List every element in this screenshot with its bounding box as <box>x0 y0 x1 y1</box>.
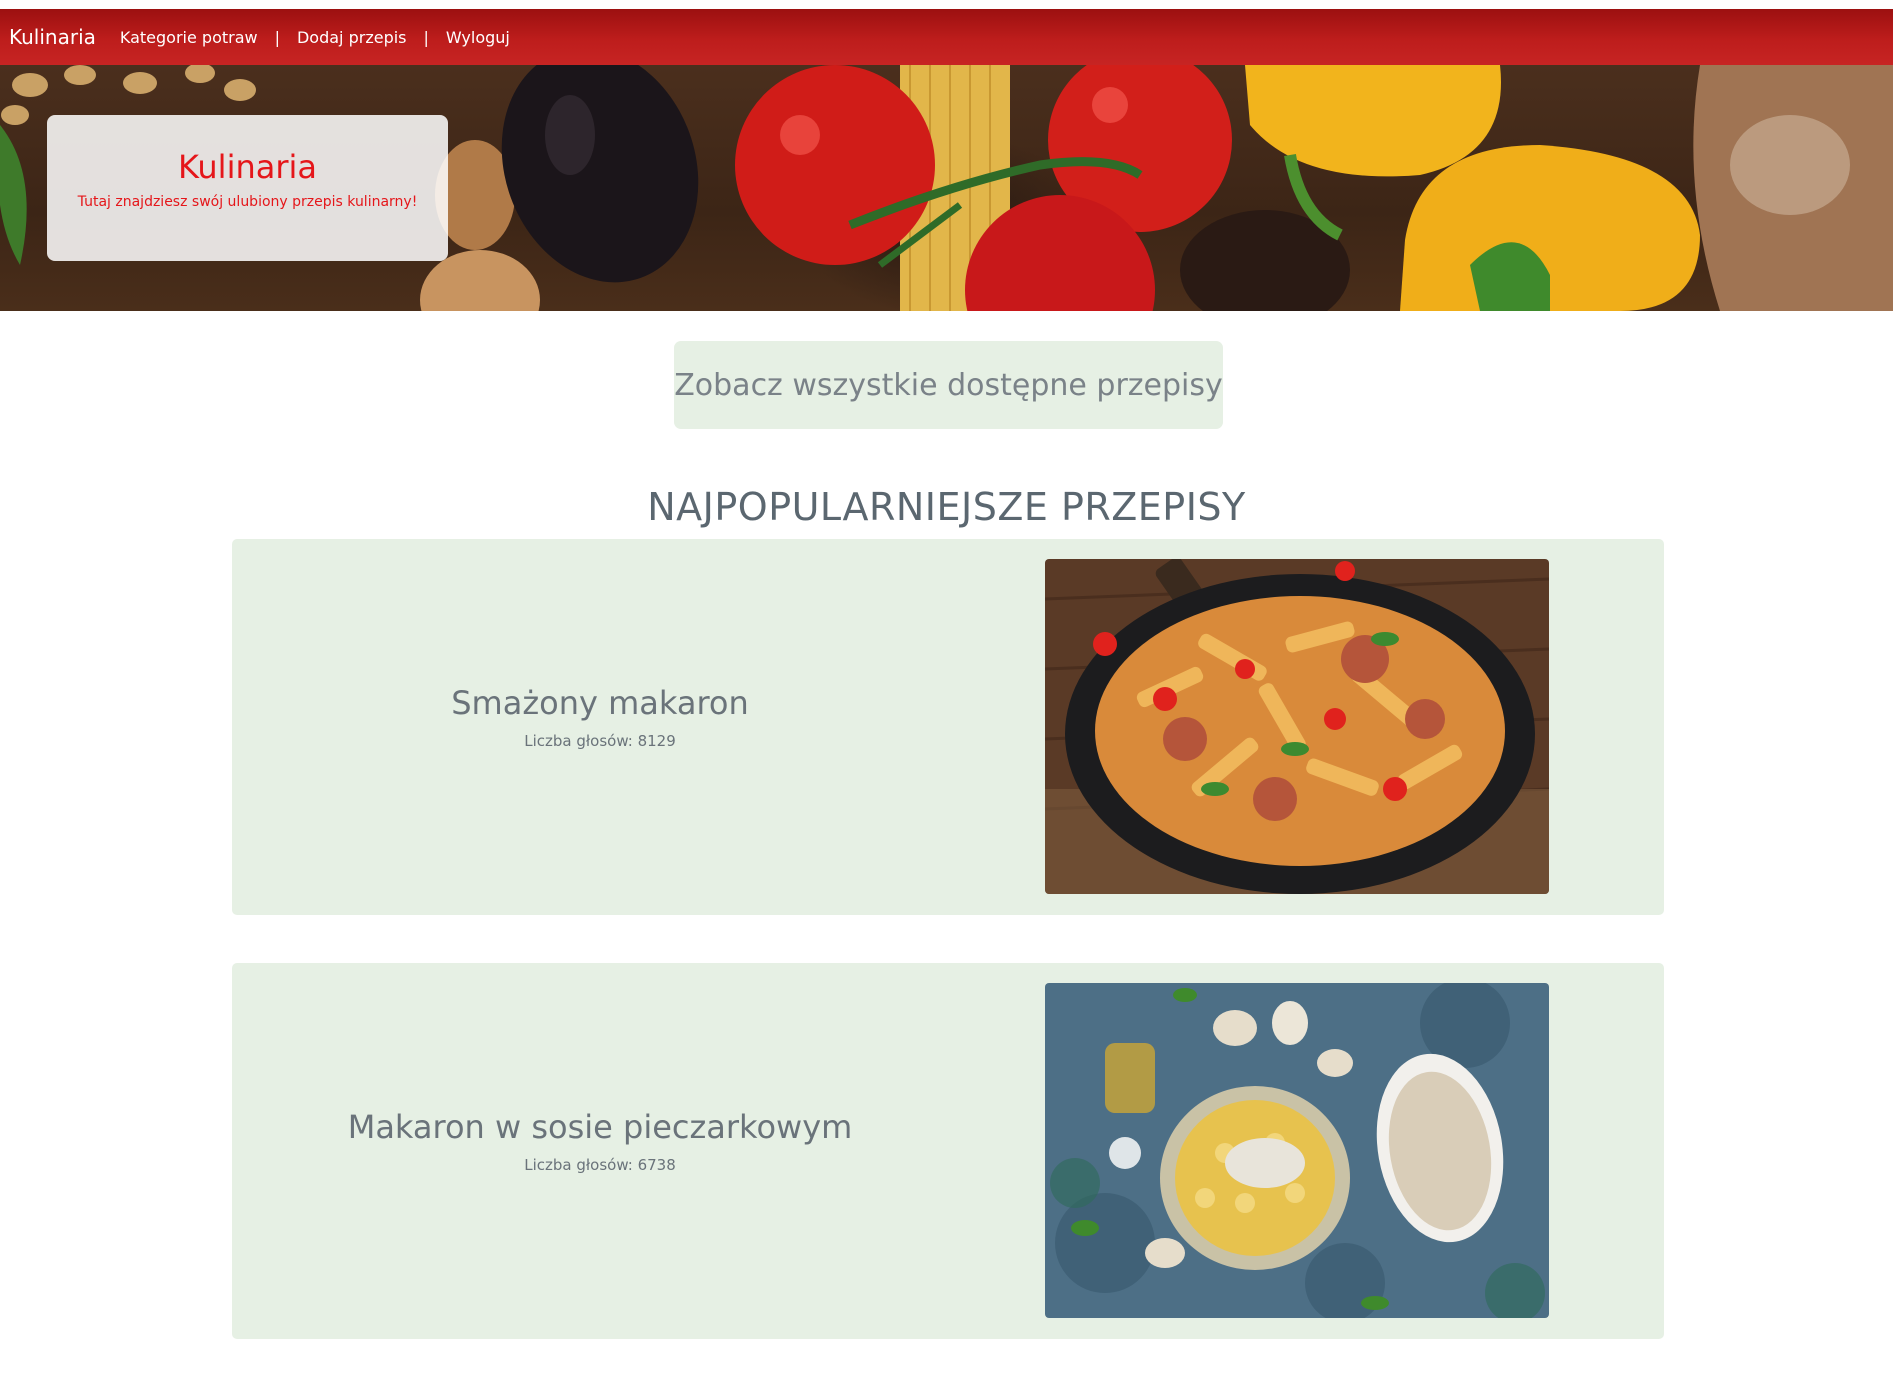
recipe-votes: Liczba głosów: 6738 <box>524 1156 676 1174</box>
recipe-card[interactable]: Smażony makaron Liczba głosów: 8129 <box>232 539 1664 915</box>
recipe-card-text: Makaron w sosie pieczarkowym Liczba głos… <box>232 1108 968 1174</box>
brand-logo[interactable]: Kulinaria <box>9 25 96 49</box>
hero-title: Kulinaria <box>178 148 317 186</box>
recipe-votes: Liczba głosów: 8129 <box>524 732 676 750</box>
popular-recipes-heading: NAJPOPULARNIEJSZE PRZEPISY <box>647 485 1246 529</box>
hero-banner: Kulinaria Tutaj znajdziesz swój ulubiony… <box>0 65 1893 311</box>
hero-card: Kulinaria Tutaj znajdziesz swój ulubiony… <box>47 115 448 261</box>
recipe-title[interactable]: Makaron w sosie pieczarkowym <box>232 1108 968 1146</box>
nav-separator: | <box>274 27 280 47</box>
nav-link-logout[interactable]: Wyloguj <box>446 28 510 47</box>
see-all-recipes-button[interactable]: Zobacz wszystkie dostępne przepisy <box>674 341 1223 429</box>
recipe-card-text: Smażony makaron Liczba głosów: 8129 <box>232 684 968 750</box>
recipe-title[interactable]: Smażony makaron <box>232 684 968 722</box>
nav-separator: | <box>423 27 429 47</box>
top-strip <box>0 0 1893 9</box>
hero-subtitle: Tutaj znajdziesz swój ulubiony przepis k… <box>77 194 418 210</box>
recipe-card[interactable]: Makaron w sosie pieczarkowym Liczba głos… <box>232 963 1664 1339</box>
recipe-image[interactable] <box>1045 559 1549 894</box>
nav-link-categories[interactable]: Kategorie potraw <box>120 28 258 47</box>
nav-link-add-recipe[interactable]: Dodaj przepis <box>297 28 407 47</box>
recipe-image[interactable] <box>1045 983 1549 1318</box>
navbar: Kulinaria Kategorie potraw | Dodaj przep… <box>0 9 1893 65</box>
